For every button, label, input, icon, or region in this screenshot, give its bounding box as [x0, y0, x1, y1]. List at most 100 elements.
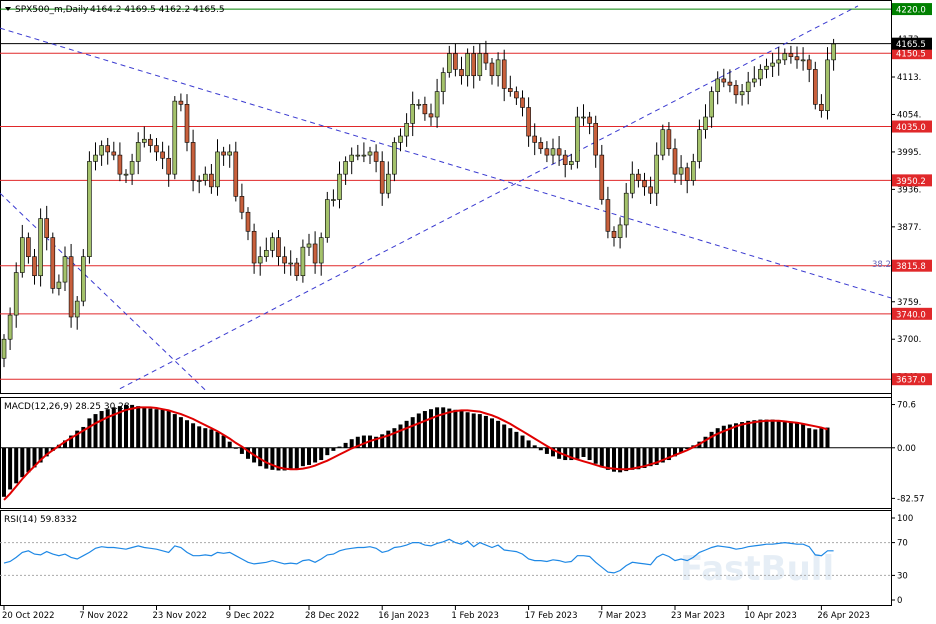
candle-body [556, 148, 562, 156]
candle-body [105, 145, 110, 153]
candle-body [385, 173, 391, 194]
macd-histogram-bar [435, 407, 440, 448]
candle-body [32, 256, 37, 277]
macd-histogram-bar [587, 447, 592, 461]
candle-body [422, 104, 428, 115]
candle-body [1, 338, 7, 359]
candle-body [825, 59, 830, 111]
candle-body [38, 218, 43, 277]
candle-body [26, 237, 31, 257]
macd-histogram-bar [477, 414, 482, 448]
candle-body [568, 161, 574, 165]
rsi-tick-label: 100 [897, 514, 913, 524]
candle-body [489, 62, 495, 77]
date-tick-label: 17 Feb 2023 [525, 611, 578, 621]
candle-body [129, 161, 135, 175]
macd-histogram-bar [819, 428, 824, 448]
macd-histogram-bar [325, 447, 330, 456]
macd-histogram-bar [764, 419, 769, 448]
candle-body [434, 91, 440, 118]
candle-body [495, 59, 501, 77]
current-price-label: 4165.5 [896, 40, 926, 50]
candle-body [361, 154, 367, 157]
macd-histogram-bar [514, 431, 519, 448]
candle-body [312, 243, 318, 264]
date-tick-label: 26 Apr 2023 [817, 611, 870, 621]
macd-histogram-bar [93, 414, 98, 448]
macd-histogram-bar [715, 428, 720, 448]
macd-histogram-bar [215, 431, 220, 448]
candle-body [270, 237, 275, 251]
candle-body [690, 161, 696, 181]
candle-body [227, 151, 232, 156]
price-tick-label: 3936. [897, 185, 921, 195]
candle-body [7, 314, 13, 340]
date-tick-label: 23 Nov 2022 [153, 611, 207, 621]
macd-histogram-bar [770, 419, 775, 448]
candle-body [276, 237, 281, 257]
macd-histogram-bar [142, 407, 147, 448]
candle-body [404, 123, 409, 137]
macd-histogram-bar [465, 412, 470, 448]
rsi-tick-label: 70 [897, 539, 908, 549]
candle-body [703, 116, 708, 131]
candle-body [178, 100, 184, 105]
candle-body [697, 129, 702, 162]
x-axis-ticks: 20 Oct 2022 7 Nov 2022 23 Nov 2022 9 Dec 20… [2, 606, 870, 621]
candle-body [135, 142, 141, 162]
candle-body [416, 104, 422, 106]
macd-histogram-bar [307, 447, 311, 465]
macd-histogram-bar [343, 442, 348, 448]
date-tick-label: 10 Apr 2023 [744, 611, 797, 621]
candle-body [477, 53, 483, 77]
candle-body [794, 56, 800, 61]
symbol-title: SPX500_m,Daily [15, 5, 89, 15]
candle-body [672, 148, 678, 175]
macd-tick-label: 70.6 [897, 401, 916, 411]
candle-body [733, 84, 739, 96]
macd-histogram-bar [227, 441, 232, 448]
macd-histogram-bar [422, 411, 427, 448]
candle-body [806, 59, 812, 70]
macd-histogram-bar [264, 447, 269, 469]
macd-histogram-bar [14, 447, 19, 484]
candle-body [520, 97, 525, 108]
candle-body [648, 186, 653, 194]
candle-body [239, 196, 245, 213]
macd-histogram-bar [490, 418, 494, 448]
macd-histogram-bar [636, 447, 641, 470]
candle-body [538, 142, 544, 150]
macd-histogram-bar [538, 447, 543, 451]
candle-body [288, 262, 294, 265]
date-tick-label: 7 Nov 2022 [79, 611, 128, 621]
macd-histogram-bar [233, 447, 238, 449]
macd-label: MACD(12,26,9) 28.25 30.28 [4, 402, 130, 412]
candle-body [294, 262, 300, 277]
macd-histogram-bar [825, 427, 830, 448]
candle-body [93, 154, 98, 162]
macd-histogram-bar [20, 447, 25, 478]
candle-body [782, 53, 788, 61]
candle-body [343, 161, 348, 175]
candle-body [251, 230, 257, 264]
macd-histogram-bar [178, 417, 183, 448]
macd-histogram-bar [575, 447, 580, 459]
candle-body [331, 199, 336, 201]
candle-body [203, 173, 208, 181]
candle-body [257, 256, 263, 264]
chart-canvas: FastBull 4173.4113.4054.3995.3936.3877.3… [0, 0, 932, 621]
candle-body [819, 104, 824, 111]
candle-body [654, 154, 660, 194]
price-tick-label: 4113. [897, 73, 921, 83]
candle-body [629, 173, 635, 194]
macd-histogram-bar [599, 447, 604, 468]
candle-body [446, 53, 452, 73]
macd-histogram-bar [447, 408, 452, 448]
candle-body [764, 65, 769, 70]
candle-body [507, 88, 513, 92]
candle-body [623, 192, 629, 226]
macd-histogram-bar [526, 440, 531, 448]
macd-histogram-bar [459, 411, 464, 448]
level-label-5: 3740.0 [896, 310, 926, 320]
candle-body [392, 142, 397, 175]
